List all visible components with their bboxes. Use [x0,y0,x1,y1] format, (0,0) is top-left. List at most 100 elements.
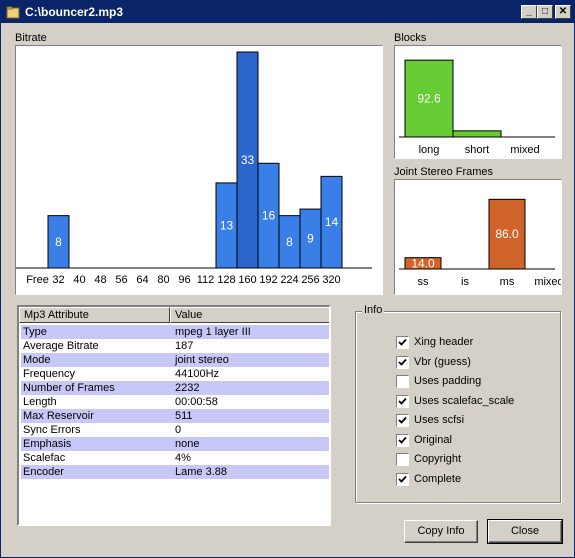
bitrate-tick-label: 160 [238,274,256,286]
table-row[interactable]: Sync Errors 0 [21,423,329,437]
info-checkbox-label: Uses scfsi [414,414,465,426]
bitrate-tick-label: 32 [52,274,64,286]
joint-stereo-tick-label: ss [418,276,430,288]
checkmark-icon [398,436,407,444]
attribute-value: 2232 [175,382,200,394]
joint-stereo-tick-label: ms [500,276,515,288]
bitrate-tick-label: 48 [94,274,106,286]
checkbox-checked[interactable] [396,355,409,369]
minimize-icon: _ [526,6,532,17]
title-bar[interactable]: C:\bouncer2.mp3 _ □ ✕ [1,1,574,23]
attribute-value: none [175,438,200,450]
dialog-content: Bitrate Free 32 8 40 48 56 64 80 96 112 128 13 160 33… [1,23,574,557]
info-group-title: Info [362,304,385,316]
table-row[interactable]: Encoder Lame 3.88 [21,465,329,479]
attribute-name: Sync Errors [23,424,81,436]
blocks-data-label: 92.6 [417,92,441,106]
checkbox-checked[interactable] [396,433,409,447]
joint-stereo-tick-label: mixed [534,276,561,288]
checkbox-unchecked[interactable] [396,375,409,388]
bitrate-data-label: 9 [307,232,314,246]
info-checkbox-label: Xing header [414,336,474,348]
table-row[interactable]: Average Bitrate 187 [21,339,329,353]
checkbox-checked[interactable] [396,414,409,427]
bitrate-chart-svg: Free 32 8 40 48 56 64 80 96 112 128 13 160 33 192 16 224… [16,51,372,286]
attribute-name: Type [23,326,47,338]
info-checkbox-label: Vbr (guess) [414,355,471,368]
checkmark-icon [398,475,407,483]
minimize-button[interactable]: _ [521,5,537,19]
close-icon: ✕ [558,6,568,17]
attribute-name: Length [23,396,57,408]
attributes-list[interactable]: Mp3 Attribute Value Type mpeg 1 layer III… [17,305,331,526]
attribute-name: Encoder [23,466,64,478]
column-header-attribute[interactable]: Mp3 Attribute [19,307,170,323]
info-checkbox-label: Uses padding [414,375,482,387]
table-row[interactable]: Emphasis none [21,437,329,451]
blocks-label: Blocks [394,32,427,44]
table-row[interactable]: Max Reservoir 511 [21,409,329,423]
attribute-name: Scalefac [23,452,66,464]
table-row[interactable]: Scalefac 4% [21,451,329,465]
checkbox-checked[interactable] [396,336,409,349]
bitrate-tick-label: 256 [301,274,319,286]
table-row[interactable]: Frequency 44100Hz [21,367,329,381]
joint-stereo-label: Joint Stereo Frames [394,166,494,178]
checkmark-icon [398,338,407,346]
bitrate-tick-label: 224 [280,274,298,286]
blocks-chart: long 92.6 short mixed [394,45,562,159]
attribute-name: Average Bitrate [23,340,99,352]
table-row[interactable]: Mode joint stereo [21,353,329,367]
info-group: Info Xing header Vbr (guess) Uses padding U… [355,304,561,503]
bitrate-data-label: 8 [55,235,62,249]
bitrate-data-label: 8 [286,235,293,249]
checkbox-checked[interactable] [396,394,409,408]
close-window-button[interactable]: ✕ [555,5,571,19]
attribute-name: Number of Frames [23,382,115,394]
bitrate-tick-label: 40 [73,274,85,286]
attribute-name: Max Reservoir [23,410,94,422]
blocks-tick-label: short [465,144,489,156]
bitrate-label: Bitrate [15,32,47,44]
attribute-value: mpeg 1 layer III [175,326,251,338]
info-checkbox-label: Complete [414,472,462,485]
attribute-value: 4% [175,452,191,464]
bitrate-tick-label: 96 [178,274,190,286]
bitrate-tick-label: Free [26,274,49,286]
attribute-name: Mode [23,354,51,366]
copy-info-button[interactable]: Copy Info [404,520,478,543]
maximize-button[interactable]: □ [537,5,553,19]
joint-stereo-data-label: 14.0 [411,256,435,270]
info-checkbox-label: Copyright [414,453,462,465]
app-window: C:\bouncer2.mp3 _ □ ✕ Bitrate Free 32 8 40 4… [0,0,575,558]
blocks-bar [452,130,502,138]
close-button[interactable]: Close [487,519,563,544]
attribute-name: Emphasis [23,438,72,450]
attribute-value: Lame 3.88 [175,466,227,478]
bitrate-tick-label: 192 [259,274,277,286]
table-row[interactable]: Length 00:00:58 [21,395,329,409]
joint-stereo-tick-label: is [461,276,469,288]
table-row[interactable]: Type mpeg 1 layer III [21,325,329,339]
attribute-value: 00:00:58 [175,396,218,408]
list-header: Mp3 Attribute Value [19,307,329,323]
joint-stereo-chart: ss 14.0 is ms 86.0 mixed [394,179,562,295]
checkbox-unchecked[interactable] [396,453,409,466]
bitrate-tick-label: 80 [157,274,169,286]
bitrate-tick-label: 112 [197,274,215,286]
attribute-value: 187 [175,340,194,352]
column-header-value[interactable]: Value [170,307,329,323]
bitrate-tick-label: 128 [217,274,235,286]
attribute-value: 0 [175,424,182,436]
table-row[interactable]: Number of Frames 2232 [21,381,329,395]
bitrate-chart: Free 32 8 40 48 56 64 80 96 112 128 13 160 33 192 16 224… [15,45,383,295]
checkmark-icon [398,358,407,366]
checkbox-checked[interactable] [396,472,409,486]
maximize-icon: □ [541,6,549,17]
attribute-value: joint stereo [175,354,229,366]
joint-stereo-chart-svg: ss 14.0 is ms 86.0 mixed [399,198,561,288]
attribute-value: 44100Hz [175,368,220,380]
bitrate-tick-label: 320 [322,274,340,286]
bitrate-tick-label: 64 [136,274,148,286]
blocks-chart-svg: long 92.6 short mixed [399,59,555,156]
